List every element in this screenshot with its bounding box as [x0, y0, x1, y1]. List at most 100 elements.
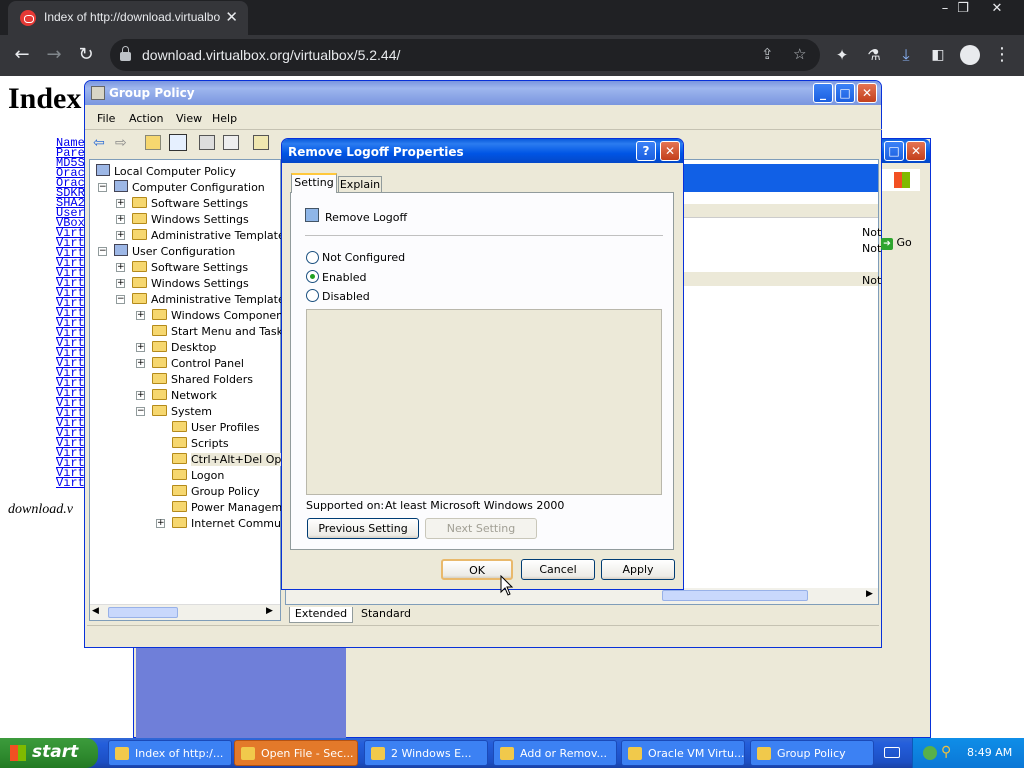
collapse-icon[interactable]: −: [116, 295, 125, 304]
details-scroll-thumb[interactable]: [662, 590, 808, 601]
tree-item[interactable]: Scripts: [172, 436, 229, 451]
gp-forward-icon[interactable]: ⇨: [115, 135, 127, 151]
tab-standard[interactable]: Standard: [355, 607, 417, 623]
radio-disabled[interactable]: [306, 289, 319, 302]
restore-window-icon[interactable]: ❐: [946, 0, 980, 18]
bookmark-star-icon[interactable]: ☆: [793, 45, 806, 63]
dialog-help-button[interactable]: ?: [636, 141, 656, 161]
gp-minimize-button[interactable]: _: [813, 83, 833, 103]
expand-icon[interactable]: +: [116, 231, 125, 240]
tree-item[interactable]: User Configuration: [114, 244, 235, 259]
dialog-close-button[interactable]: ✕: [660, 141, 680, 161]
tree-item[interactable]: System: [152, 404, 212, 419]
next-setting-button[interactable]: Next Setting: [425, 518, 537, 539]
tree-item[interactable]: Power Managemen: [172, 500, 296, 515]
reload-icon[interactable]: ↻: [74, 43, 98, 67]
menu-file[interactable]: File: [97, 112, 115, 125]
previous-setting-button[interactable]: Previous Setting: [307, 518, 419, 539]
close-tab-icon[interactable]: ✕: [225, 8, 238, 26]
search-icon[interactable]: ⚲: [941, 744, 951, 760]
side-panel-icon[interactable]: ◧: [926, 43, 950, 67]
radio-not-configured[interactable]: [306, 251, 319, 264]
tree-item[interactable]: Local Computer Policy: [96, 164, 236, 179]
tree-item[interactable]: Windows Settings: [132, 276, 249, 291]
tree-item[interactable]: Shared Folders: [152, 372, 253, 387]
close-window-icon[interactable]: ✕: [980, 0, 1014, 18]
download-icon[interactable]: ⤓: [894, 43, 918, 67]
tree-item[interactable]: Control Panel: [152, 356, 244, 371]
collapse-icon[interactable]: −: [98, 183, 107, 192]
taskbar-item[interactable]: Oracle VM Virtu...: [621, 740, 745, 766]
tree-item[interactable]: Group Policy: [172, 484, 260, 499]
start-button[interactable]: start: [0, 738, 98, 768]
tree-item[interactable]: Desktop: [152, 340, 216, 355]
keyboard-icon[interactable]: [884, 747, 900, 758]
tree-item[interactable]: Network: [152, 388, 217, 403]
tree-item[interactable]: Administrative Templates: [132, 292, 291, 307]
forward-icon[interactable]: →: [42, 43, 66, 67]
cancel-button[interactable]: Cancel: [521, 559, 595, 580]
expand-icon[interactable]: +: [136, 359, 145, 368]
expand-icon[interactable]: +: [116, 215, 125, 224]
scroll-right-icon[interactable]: ▶: [266, 606, 273, 616]
tab-explain[interactable]: Explain: [338, 176, 382, 193]
labs-flask-icon[interactable]: ⚗: [862, 43, 886, 67]
menu-view[interactable]: View: [176, 112, 202, 125]
tree-item[interactable]: Start Menu and Taskba: [152, 324, 297, 339]
show-tree-icon[interactable]: [169, 134, 187, 151]
expand-icon[interactable]: +: [136, 311, 145, 320]
tree-item[interactable]: Windows Components: [152, 308, 293, 323]
expand-icon[interactable]: +: [116, 279, 125, 288]
properties-icon[interactable]: [199, 135, 215, 150]
gp-maximize-button[interactable]: □: [835, 83, 855, 103]
tab-setting[interactable]: Setting: [291, 173, 337, 193]
menu-action[interactable]: Action: [129, 112, 163, 125]
details-scroll-right-icon[interactable]: ▶: [866, 589, 873, 599]
taskbar-item[interactable]: Index of http:/...: [108, 740, 232, 766]
address-bar[interactable]: download.virtualbox.org/virtualbox/5.2.4…: [110, 39, 820, 71]
up-folder-icon[interactable]: [145, 135, 161, 150]
help-icon[interactable]: [253, 135, 269, 150]
expand-icon[interactable]: +: [116, 263, 125, 272]
taskbar-item[interactable]: Add or Remov...: [493, 740, 617, 766]
tree-horizontal-scrollbar[interactable]: ◀ ▶: [90, 604, 280, 620]
collapse-icon[interactable]: −: [98, 247, 107, 256]
back-icon[interactable]: ←: [10, 43, 34, 67]
go-button[interactable]: ➔ Go: [881, 236, 929, 250]
taskbar-item[interactable]: 2 Windows E...: [364, 740, 488, 766]
tree-scroll-thumb[interactable]: [108, 607, 178, 618]
bg-maximize-button[interactable]: □: [884, 141, 904, 161]
bg-close-button[interactable]: ✕: [906, 141, 926, 161]
expand-icon[interactable]: +: [156, 519, 165, 528]
dialog-titlebar[interactable]: Remove Logoff Properties: [282, 139, 683, 163]
tree-item[interactable]: Internet Communic: [172, 516, 297, 531]
tree-item[interactable]: User Profiles: [172, 420, 260, 435]
listing-link[interactable]: Virt: [56, 477, 85, 489]
menu-kebab-icon[interactable]: ⋮: [990, 43, 1014, 67]
tree-item[interactable]: Ctrl+Alt+Del Optio: [172, 452, 296, 467]
taskbar-item[interactable]: Group Policy: [750, 740, 874, 766]
tree-item[interactable]: Logon: [172, 468, 224, 483]
collapse-icon[interactable]: −: [136, 407, 145, 416]
network-icon[interactable]: [923, 746, 937, 760]
scroll-left-icon[interactable]: ◀: [92, 606, 99, 616]
radio-enabled[interactable]: [306, 270, 319, 283]
tree-item[interactable]: Computer Configuration: [114, 180, 265, 195]
group-policy-titlebar[interactable]: Group Policy: [85, 81, 881, 105]
expand-icon[interactable]: +: [136, 391, 145, 400]
browser-tab[interactable]: Index of http://download.virtualbo ✕: [8, 1, 248, 35]
gp-close-button[interactable]: ✕: [857, 83, 877, 103]
tree-item[interactable]: Windows Settings: [132, 212, 249, 227]
extensions-icon[interactable]: ✦: [830, 43, 854, 67]
taskbar-item[interactable]: Open File - Sec...: [234, 740, 358, 766]
tree-item[interactable]: Administrative Templates: [132, 228, 291, 243]
share-icon[interactable]: ⇪: [761, 45, 774, 63]
expand-icon[interactable]: +: [136, 343, 145, 352]
profile-avatar-icon[interactable]: [958, 43, 982, 67]
export-list-icon[interactable]: [223, 135, 239, 150]
apply-button[interactable]: Apply: [601, 559, 675, 580]
expand-icon[interactable]: +: [116, 199, 125, 208]
gp-back-icon[interactable]: ⇦: [93, 135, 105, 151]
tab-extended[interactable]: Extended: [289, 607, 353, 623]
menu-help[interactable]: Help: [212, 112, 237, 125]
